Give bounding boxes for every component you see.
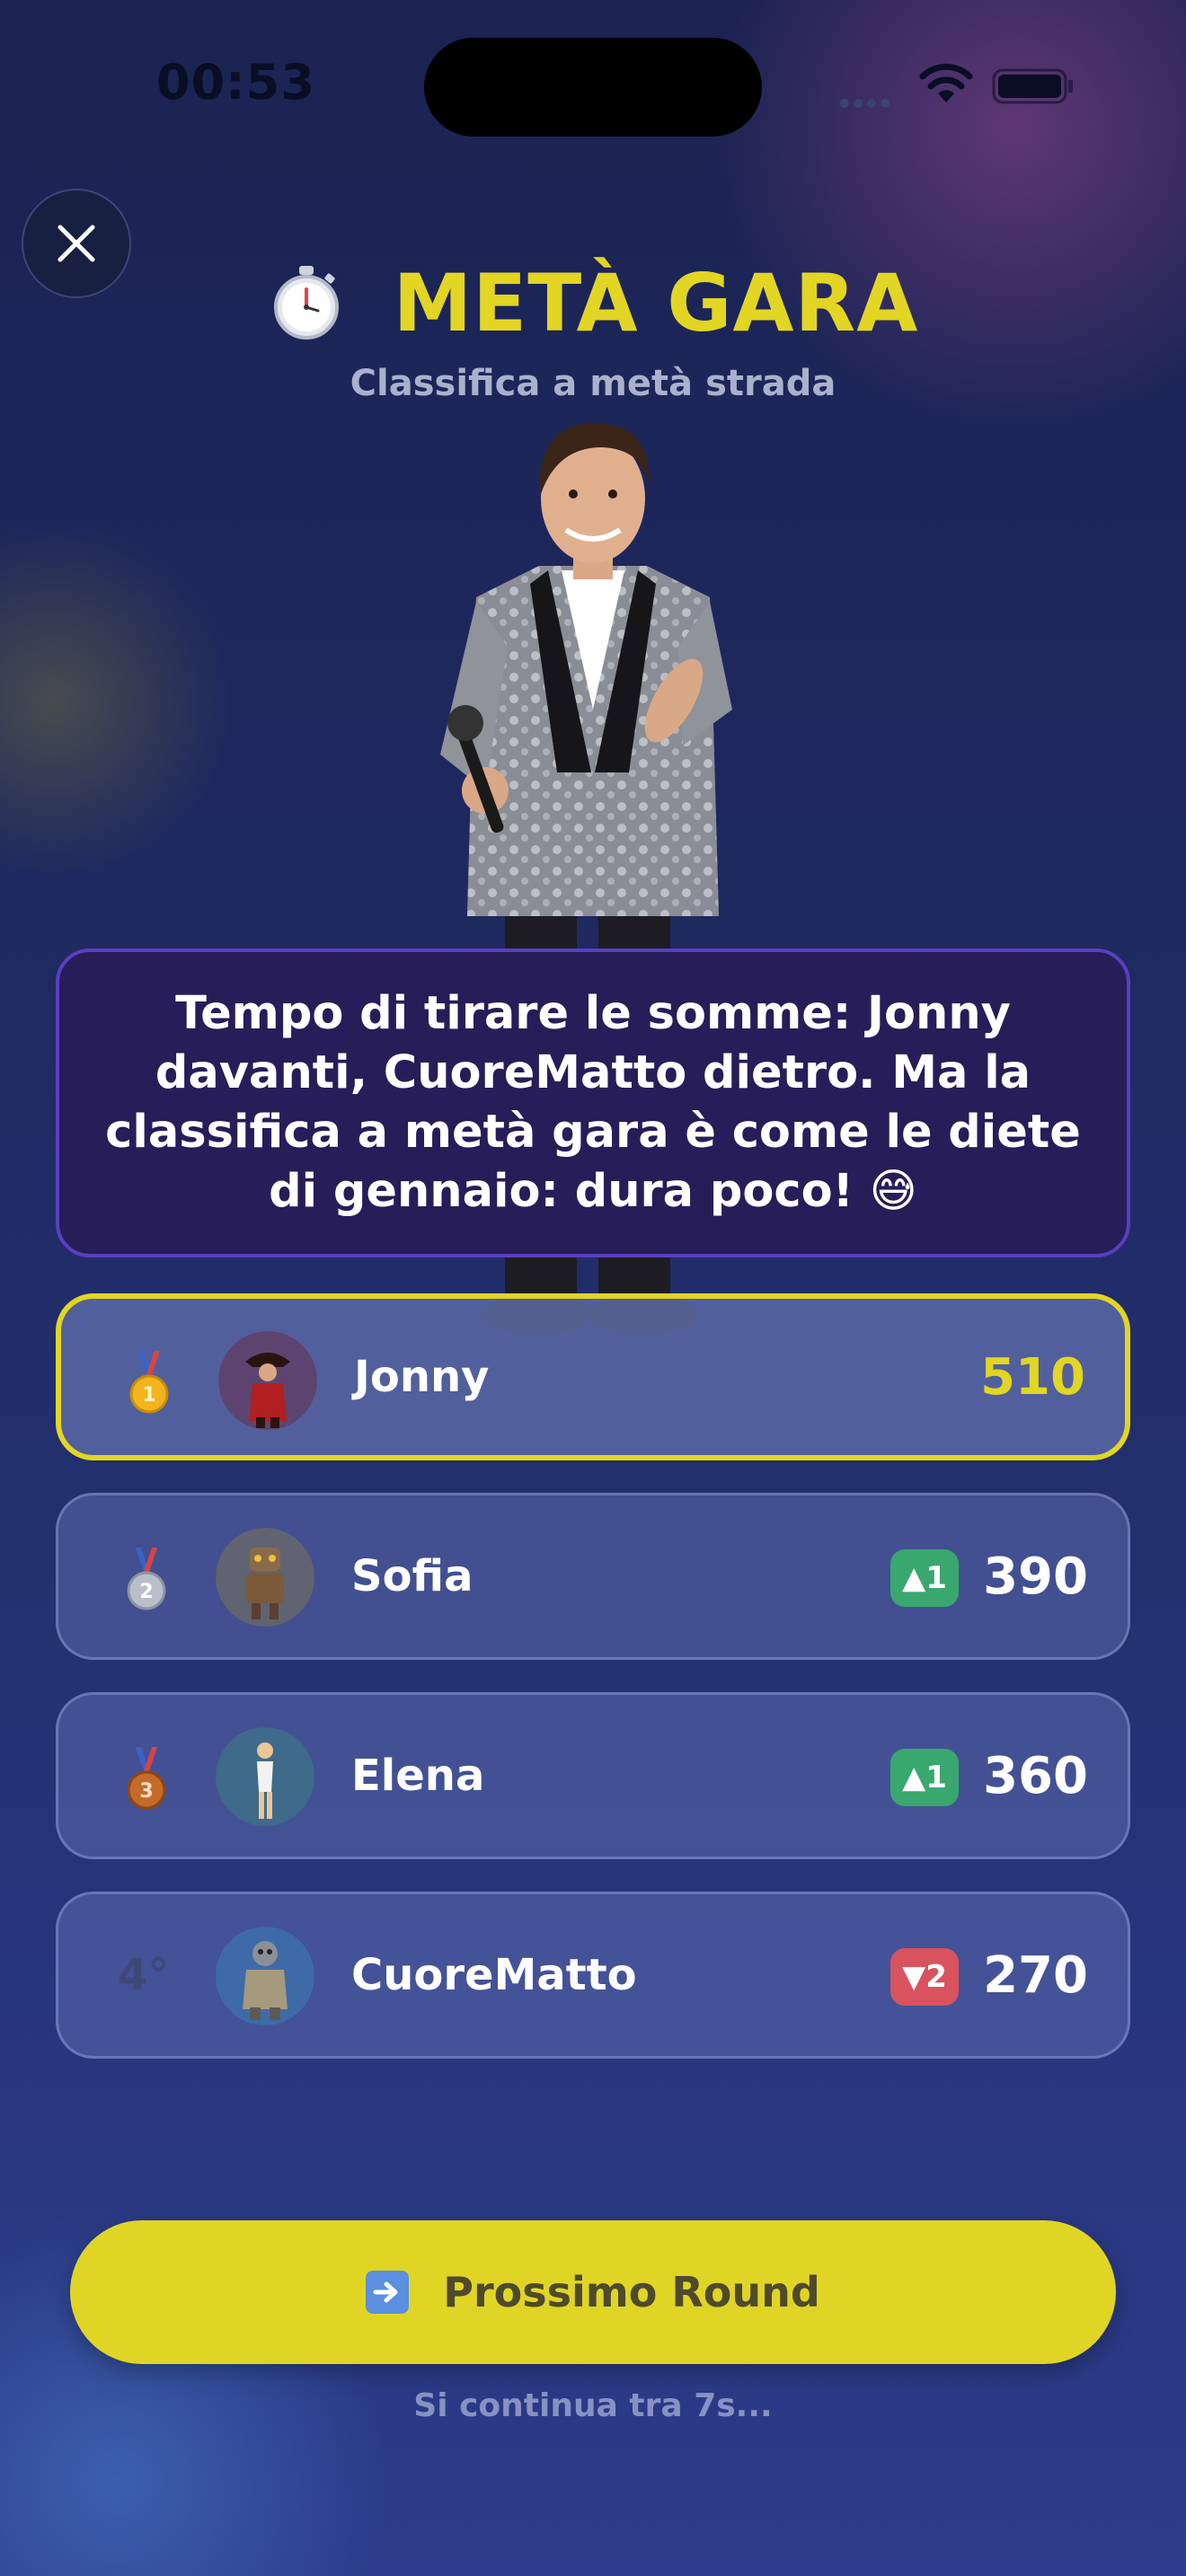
avatar-elena	[216, 1727, 314, 1826]
title-row: METÀ GARA	[0, 253, 1186, 352]
battery-icon	[992, 68, 1073, 104]
player-score: 270	[983, 1945, 1088, 2005]
silver-medal-icon: 2	[127, 1548, 166, 1610]
avatar-cuorematto	[216, 1927, 314, 2025]
leaderboard-row-1: 1 Jonny 510	[56, 1293, 1130, 1460]
player-score: 390	[983, 1547, 1088, 1606]
bronze-medal-icon: 3	[127, 1747, 166, 1810]
player-name: Sofia	[351, 1551, 474, 1601]
leaderboard-row-3: 3 Elena ▲1 360	[56, 1692, 1130, 1859]
player-name: Elena	[351, 1751, 485, 1801]
avatar-jonny	[218, 1331, 317, 1430]
countdown-text: Si continua tra 7s...	[413, 2387, 773, 2424]
host-speech-bubble: Tempo di tirare le somme: Jonny davanti,…	[56, 948, 1130, 1257]
dynamic-island	[424, 38, 762, 137]
player-score: 360	[983, 1746, 1088, 1805]
wifi-icon	[919, 63, 973, 102]
host-speech-text: Tempo di tirare le somme: Jonny davanti,…	[105, 987, 1081, 1218]
status-time: 00:53	[156, 54, 315, 110]
rank-label: 4°	[118, 1950, 170, 2000]
rank-change-badge: ▲1	[890, 1549, 959, 1607]
svg-text:1: 1	[142, 1384, 155, 1407]
rank-change-badge: ▲1	[890, 1749, 959, 1806]
next-round-label: Prossimo Round	[443, 2268, 820, 2316]
player-score: 510	[980, 1347, 1085, 1407]
page-title: METÀ GARA	[393, 256, 919, 349]
player-name: CuoreMatto	[351, 1950, 637, 2000]
svg-text:2: 2	[139, 1581, 153, 1603]
arrow-right-icon	[366, 2271, 410, 2314]
next-round-button[interactable]: Prossimo Round	[70, 2220, 1116, 2364]
leaderboard-row-2: 2 Sofia ▲1 390	[56, 1493, 1130, 1660]
stopwatch-icon	[273, 266, 339, 340]
svg-text:3: 3	[139, 1780, 153, 1803]
gold-medal-icon: 1	[129, 1351, 169, 1414]
rank-change-badge: ▼2	[890, 1948, 959, 2006]
avatar-sofia	[216, 1528, 314, 1627]
signal-icon	[840, 94, 903, 108]
page-subtitle: Classifica a metà strada	[350, 363, 836, 404]
leaderboard-row-4: 4° CuoreMatto ▼2 270	[56, 1892, 1130, 2059]
player-name: Jonny	[354, 1352, 490, 1402]
